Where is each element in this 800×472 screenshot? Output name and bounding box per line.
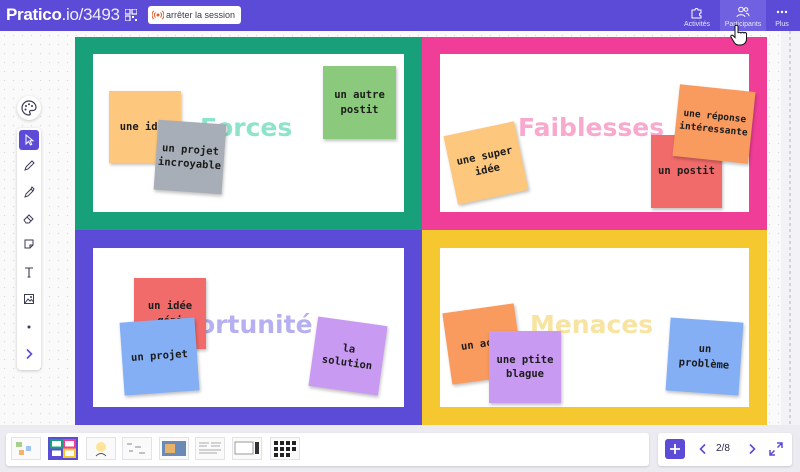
select-icon xyxy=(25,134,35,146)
plus-icon xyxy=(670,444,680,454)
broadcast-icon xyxy=(152,10,164,20)
slide-preview xyxy=(16,442,31,455)
slide-thumbnails xyxy=(6,433,649,466)
palette-icon xyxy=(21,100,37,116)
sticky-note[interactable]: une super idée xyxy=(443,121,529,205)
nav-more[interactable]: Plus xyxy=(768,0,796,31)
sticky-note-tool[interactable] xyxy=(19,234,39,254)
marker-tool[interactable] xyxy=(19,182,39,202)
chevron-left-icon[interactable] xyxy=(698,443,708,455)
slide-thumbnail[interactable] xyxy=(159,437,189,460)
top-bar: Pratico.io/3493 arrêter la session Activ… xyxy=(0,0,800,31)
quadrant-title-opportunities: ortunité xyxy=(198,310,313,339)
add-slide-button[interactable] xyxy=(665,439,685,459)
sticky-note[interactable]: un problème xyxy=(665,317,744,396)
nav-activities-label: Activités xyxy=(683,21,711,28)
marker-icon xyxy=(24,186,35,198)
stop-session-button[interactable]: arrêter la session xyxy=(148,6,242,24)
qr-code-icon[interactable] xyxy=(125,9,137,21)
page-indicator: 2/8 xyxy=(716,443,730,454)
slide-preview xyxy=(199,442,221,454)
slide-thumbnail[interactable] xyxy=(270,437,300,460)
slide-preview xyxy=(234,441,259,455)
slide-thumbnail[interactable] xyxy=(195,437,225,460)
vertical-scrollbar[interactable] xyxy=(787,31,793,425)
pencil-icon xyxy=(24,160,35,171)
session-code: .io/3493 xyxy=(61,5,120,24)
sticky-note[interactable]: un autre postit xyxy=(323,66,396,139)
expand-toolbar-button[interactable] xyxy=(19,344,39,364)
sticky-note[interactable]: un projet xyxy=(119,317,200,396)
more-icon xyxy=(776,10,788,14)
fullscreen-icon[interactable] xyxy=(769,442,783,456)
chevron-right-icon[interactable] xyxy=(747,443,757,455)
text-tool[interactable] xyxy=(19,262,39,282)
nav-more-label: Plus xyxy=(775,21,789,28)
slide-preview xyxy=(162,441,186,456)
slide-preview xyxy=(50,439,76,458)
quadrant-title-weaknesses: Faiblesses xyxy=(518,113,665,142)
image-tool[interactable] xyxy=(19,289,39,309)
pencil-tool[interactable] xyxy=(19,156,39,176)
sticky-note[interactable]: une ptite blague xyxy=(489,331,561,403)
slide-thumbnail[interactable] xyxy=(86,437,116,460)
slide-thumbnail-current[interactable] xyxy=(48,437,78,460)
slide-thumbnail[interactable] xyxy=(232,437,262,460)
slide-thumbnail[interactable] xyxy=(122,437,152,460)
text-icon xyxy=(25,267,33,278)
nav-activities[interactable]: Activités xyxy=(676,0,718,31)
select-tool[interactable] xyxy=(19,130,39,150)
expand-icon xyxy=(26,348,33,360)
hand-cursor-icon xyxy=(730,24,747,46)
slide-thumbnail[interactable] xyxy=(11,437,41,460)
eraser-icon xyxy=(23,214,34,224)
puzzle-icon xyxy=(691,8,702,19)
dot-icon xyxy=(27,325,31,329)
sticky-note-icon xyxy=(24,239,34,249)
slide-preview xyxy=(127,443,145,454)
palette-button[interactable] xyxy=(17,96,41,120)
users-icon xyxy=(736,6,750,18)
eraser-tool[interactable] xyxy=(19,208,39,228)
dot-size-tool[interactable] xyxy=(19,317,39,337)
sticky-note[interactable]: un projet incroyable xyxy=(153,119,227,195)
slide-preview xyxy=(274,441,296,457)
image-icon xyxy=(24,294,34,304)
brand-logo: Pratico.io/3493 xyxy=(6,5,120,25)
brand-name: Pratico xyxy=(6,5,62,24)
drawing-toolbar xyxy=(17,128,41,370)
sticky-note[interactable]: une réponse intéressante xyxy=(672,84,756,164)
stop-session-label: arrêter la session xyxy=(166,10,236,20)
slide-preview xyxy=(95,442,107,457)
slide-pager: 2/8 xyxy=(658,433,792,466)
sticky-note[interactable]: la solution xyxy=(308,316,388,396)
